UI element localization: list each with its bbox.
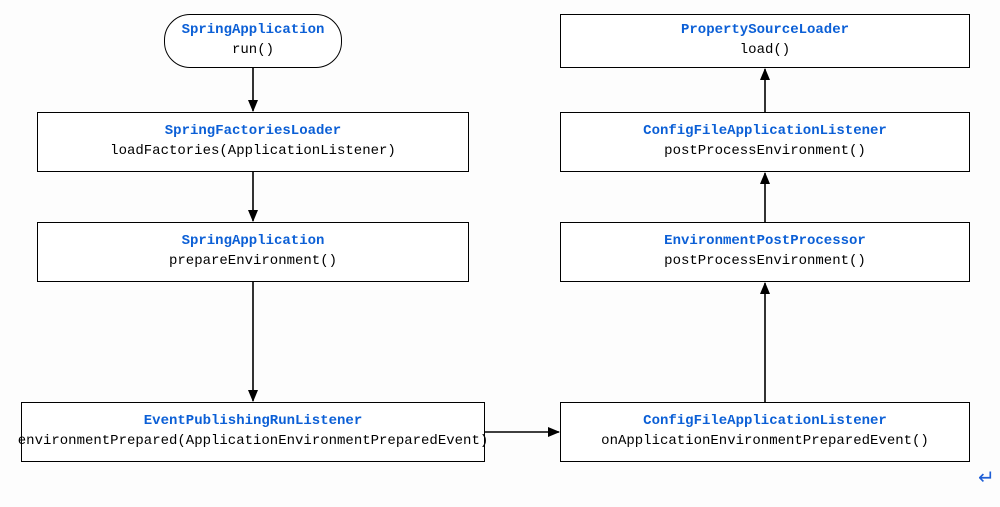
node-method: environmentPrepared(ApplicationEnvironme…: [18, 432, 488, 452]
node-title: PropertySourceLoader: [681, 21, 849, 41]
node-config-listener-on-event: ConfigFileApplicationListener onApplicat…: [560, 402, 970, 462]
node-title: ConfigFileApplicationListener: [643, 412, 887, 432]
node-method: postProcessEnvironment(): [664, 252, 866, 272]
node-title: EnvironmentPostProcessor: [664, 232, 866, 252]
node-title: SpringApplication: [182, 21, 325, 41]
node-spring-factories-loader: SpringFactoriesLoader loadFactories(Appl…: [37, 112, 469, 172]
node-method: run(): [232, 41, 274, 61]
node-method: loadFactories(ApplicationListener): [110, 142, 396, 162]
node-spring-application-prepare: SpringApplication prepareEnvironment(): [37, 222, 469, 282]
node-method: prepareEnvironment(): [169, 252, 337, 272]
node-title: SpringFactoriesLoader: [165, 122, 341, 142]
node-property-source-loader: PropertySourceLoader load(): [560, 14, 970, 68]
node-event-publishing-run-listener: EventPublishingRunListener environmentPr…: [21, 402, 485, 462]
node-method: onApplicationEnvironmentPreparedEvent(): [601, 432, 929, 452]
node-title: EventPublishingRunListener: [144, 412, 362, 432]
return-marker: ↵: [978, 465, 995, 490]
node-environment-post-processor: EnvironmentPostProcessor postProcessEnvi…: [560, 222, 970, 282]
node-method: postProcessEnvironment(): [664, 142, 866, 162]
node-spring-application-run: SpringApplication run(): [164, 14, 342, 68]
node-method: load(): [740, 41, 790, 61]
node-title: ConfigFileApplicationListener: [643, 122, 887, 142]
node-config-listener-post-process: ConfigFileApplicationListener postProces…: [560, 112, 970, 172]
node-title: SpringApplication: [182, 232, 325, 252]
